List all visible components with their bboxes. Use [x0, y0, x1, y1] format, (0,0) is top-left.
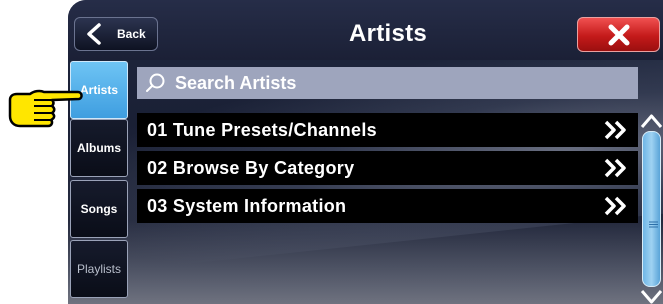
- search-icon: [146, 73, 165, 92]
- tab-playlists[interactable]: Playlists: [70, 240, 128, 298]
- header-bar: Back Artists: [68, 0, 663, 60]
- app-screen: Back Artists Artists Albums Songs Playli…: [68, 0, 663, 304]
- search-placeholder: Search Artists: [175, 72, 297, 93]
- scroll-down-icon[interactable]: [640, 289, 663, 304]
- tab-songs[interactable]: Songs: [70, 180, 128, 238]
- close-button[interactable]: [577, 17, 660, 52]
- scrollbar-track[interactable]: [642, 131, 661, 287]
- menu-item-browse-category[interactable]: 02 Browse By Category: [137, 151, 638, 185]
- page-title: Artists: [348, 20, 428, 47]
- back-button-label: Back: [117, 27, 146, 41]
- scroll-grip-icon: [649, 221, 658, 228]
- double-chevron-right-icon: [604, 196, 626, 216]
- menu-item-label: 03 System Information: [147, 195, 347, 216]
- pointing-hand-icon: [8, 89, 83, 128]
- double-chevron-right-icon: [604, 158, 626, 178]
- back-button[interactable]: Back: [74, 17, 158, 51]
- menu-item-system-information[interactable]: 03 System Information: [137, 189, 638, 223]
- search-input[interactable]: Search Artists: [137, 67, 638, 99]
- double-chevron-right-icon: [604, 120, 626, 140]
- close-x-icon: [608, 24, 629, 45]
- menu-item-tune-presets[interactable]: 01 Tune Presets/Channels: [137, 113, 638, 147]
- scrollbar[interactable]: [640, 113, 663, 304]
- menu-item-label: 02 Browse By Category: [147, 157, 355, 178]
- chevron-left-icon: [87, 23, 101, 45]
- scroll-up-icon[interactable]: [640, 113, 663, 129]
- menu-item-label: 01 Tune Presets/Channels: [147, 119, 377, 140]
